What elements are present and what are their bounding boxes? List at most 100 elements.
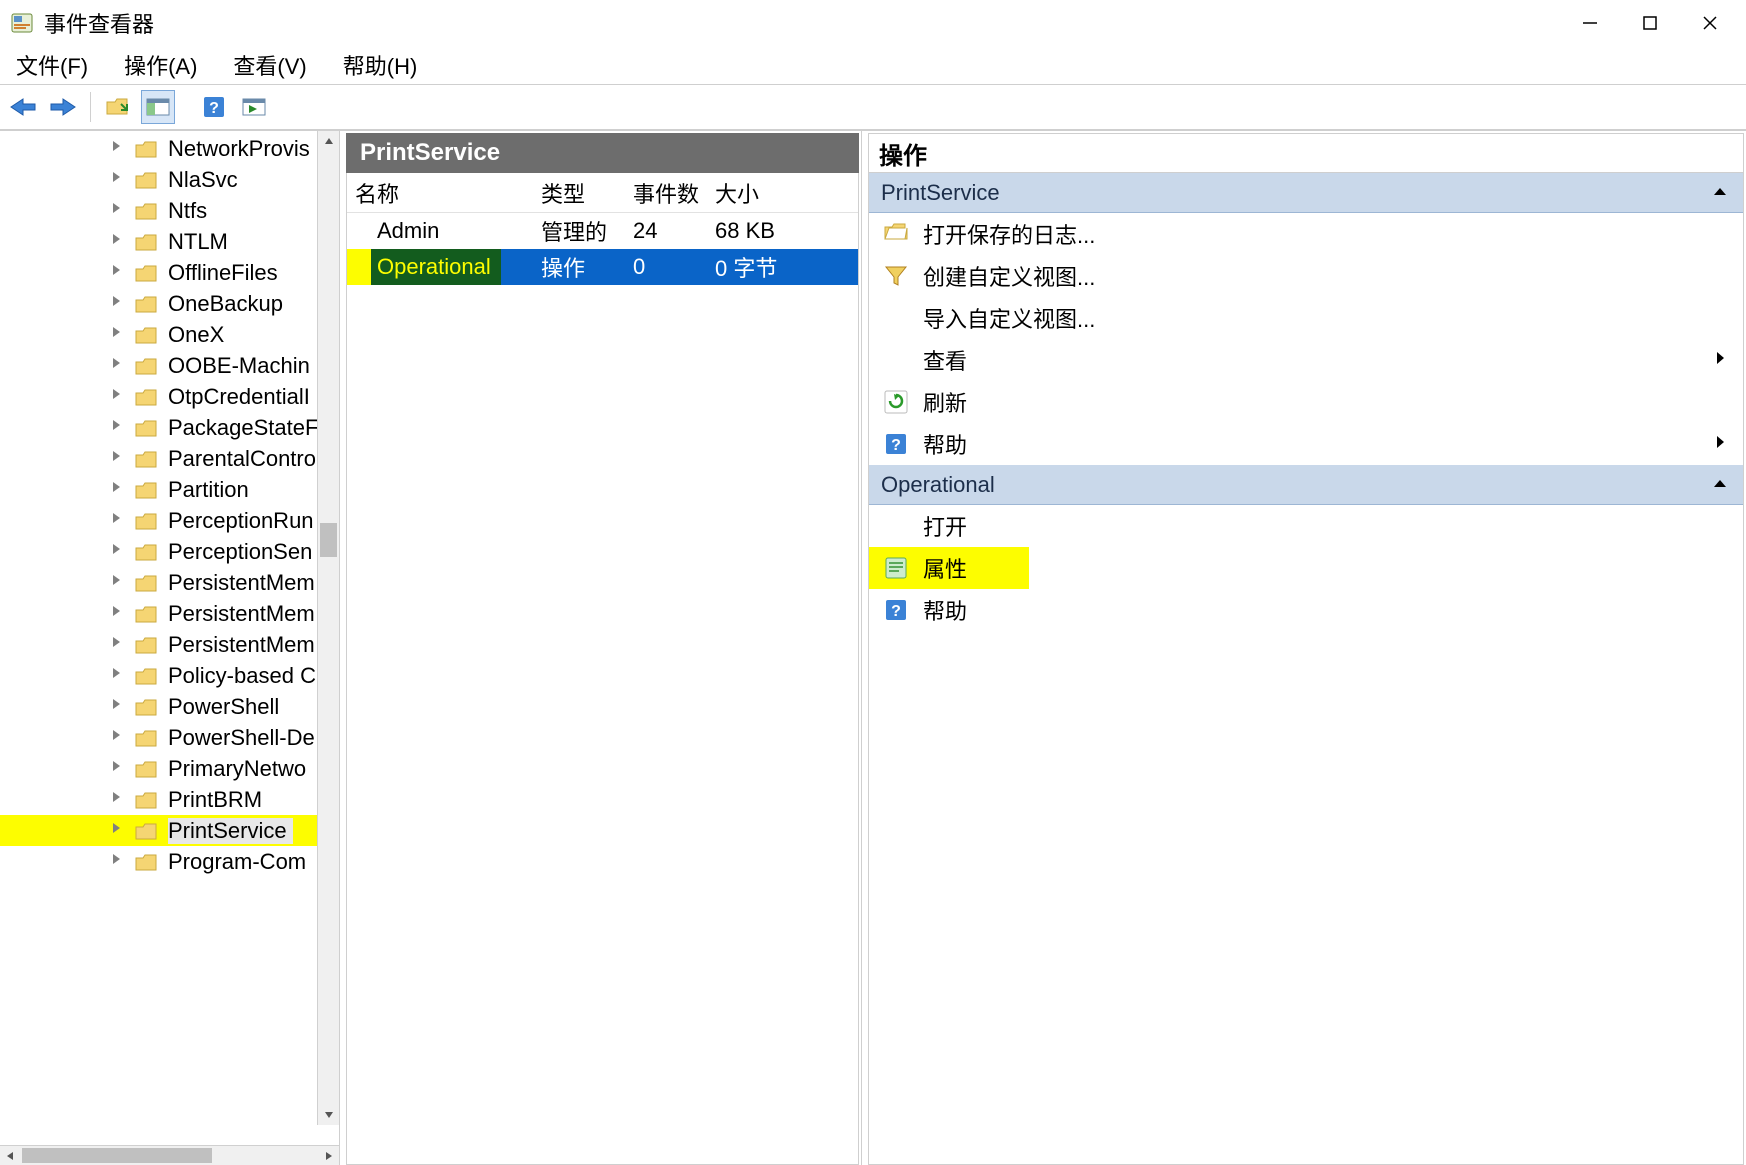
properties-toolbar-button[interactable] [237, 90, 271, 124]
actions-group-operational[interactable]: Operational [869, 465, 1743, 505]
expander-icon[interactable] [110, 388, 128, 406]
expander-icon[interactable] [110, 202, 128, 220]
expander-icon[interactable] [110, 264, 128, 282]
folder-icon [134, 821, 158, 841]
show-hide-action-pane-button[interactable] [141, 90, 175, 124]
tree-item[interactable]: Policy-based C [0, 660, 339, 691]
tree-item[interactable]: PrintBRM [0, 784, 339, 815]
menu-view[interactable]: 查看(V) [227, 47, 312, 83]
expander-icon[interactable] [110, 295, 128, 313]
tree-item[interactable]: OtpCredentialI [0, 381, 339, 412]
tree-item[interactable]: PersistentMem [0, 567, 339, 598]
close-button[interactable] [1680, 3, 1740, 43]
column-type[interactable]: 类型 [533, 177, 625, 209]
svg-text:?: ? [209, 100, 219, 117]
tree-item[interactable]: OneBackup [0, 288, 339, 319]
tree-item[interactable]: OneX [0, 319, 339, 350]
menu-help[interactable]: 帮助(H) [337, 47, 424, 83]
action-help-label: 帮助 [923, 428, 967, 460]
tree-item[interactable]: NlaSvc [0, 164, 339, 195]
tree-item[interactable]: NTLM [0, 226, 339, 257]
tree-horizontal-scrollbar[interactable] [0, 1145, 339, 1165]
nav-forward-button[interactable] [46, 90, 80, 124]
tree-item[interactable]: PowerShell [0, 691, 339, 722]
expander-icon[interactable] [110, 512, 128, 530]
action-properties[interactable]: 属性 [869, 547, 1029, 589]
expander-icon[interactable] [110, 140, 128, 158]
tree-vertical-scrollbar[interactable] [317, 131, 339, 1125]
tree-item[interactable]: PerceptionSen [0, 536, 339, 567]
action-refresh[interactable]: 刷新 [869, 381, 1743, 423]
expander-icon[interactable] [110, 667, 128, 685]
tree[interactable]: NetworkProvisNlaSvcNtfsNTLMOfflineFilesO… [0, 131, 339, 1145]
menu-action[interactable]: 操作(A) [118, 47, 203, 83]
expander-icon[interactable] [110, 326, 128, 344]
scroll-right-icon[interactable] [319, 1146, 339, 1165]
tree-item[interactable]: PersistentMem [0, 629, 339, 660]
tree-item[interactable]: PowerShell-De [0, 722, 339, 753]
list-row[interactable]: Operational操作00 字节 [347, 249, 858, 285]
expander-icon[interactable] [110, 574, 128, 592]
expander-icon[interactable] [110, 729, 128, 747]
hscroll-thumb[interactable] [22, 1148, 212, 1163]
chevron-right-icon [1715, 435, 1725, 454]
expander-icon[interactable] [110, 543, 128, 561]
expander-icon[interactable] [110, 605, 128, 623]
nav-back-button[interactable] [6, 90, 40, 124]
tree-item[interactable]: PrintService [0, 815, 339, 846]
center-panel-title: PrintService [346, 133, 859, 173]
expander-icon[interactable] [110, 450, 128, 468]
action-import-custom-view[interactable]: 导入自定义视图... [869, 297, 1743, 339]
action-help[interactable]: ? 帮助 [869, 423, 1743, 465]
folder-icon [134, 232, 158, 252]
expander-icon[interactable] [110, 760, 128, 778]
expander-icon[interactable] [110, 636, 128, 654]
column-name[interactable]: 名称 [347, 177, 533, 209]
minimize-button[interactable] [1560, 3, 1620, 43]
scroll-up-icon[interactable] [318, 131, 339, 151]
expander-icon[interactable] [110, 822, 128, 840]
folder-icon [134, 325, 158, 345]
list-row[interactable]: Admin管理的2468 KB [347, 213, 858, 249]
tree-item-label: PrintBRM [168, 787, 262, 812]
column-size[interactable]: 大小 [707, 177, 858, 209]
show-hide-tree-button[interactable] [101, 90, 135, 124]
log-list[interactable]: 名称 类型 事件数 大小 Admin管理的2468 KBOperational操… [346, 173, 859, 1165]
expander-icon[interactable] [110, 171, 128, 189]
cell-type: 操作 [533, 251, 625, 283]
menu-file[interactable]: 文件(F) [10, 47, 94, 83]
action-help-2[interactable]: ? 帮助 [869, 589, 1743, 631]
maximize-button[interactable] [1620, 3, 1680, 43]
expander-icon[interactable] [110, 419, 128, 437]
expander-icon[interactable] [110, 233, 128, 251]
scroll-down-icon[interactable] [318, 1105, 339, 1125]
tree-item[interactable]: PackageStateF [0, 412, 339, 443]
expander-icon[interactable] [110, 357, 128, 375]
scroll-thumb[interactable] [320, 523, 337, 557]
tree-item[interactable]: Program-Com [0, 846, 339, 877]
column-count[interactable]: 事件数 [625, 177, 707, 209]
tree-item[interactable]: PersistentMem [0, 598, 339, 629]
action-open[interactable]: 打开 [869, 505, 1743, 547]
actions-group-printservice[interactable]: PrintService [869, 173, 1743, 213]
expander-icon[interactable] [110, 481, 128, 499]
collapse-icon[interactable] [1713, 184, 1727, 202]
expander-icon[interactable] [110, 791, 128, 809]
expander-icon[interactable] [110, 853, 128, 871]
tree-item[interactable]: PerceptionRun [0, 505, 339, 536]
tree-item[interactable]: ParentalContro [0, 443, 339, 474]
folder-icon [134, 852, 158, 872]
tree-item[interactable]: PrimaryNetwo [0, 753, 339, 784]
tree-item[interactable]: OfflineFiles [0, 257, 339, 288]
tree-item[interactable]: Partition [0, 474, 339, 505]
tree-item[interactable]: OOBE-Machin [0, 350, 339, 381]
tree-item[interactable]: Ntfs [0, 195, 339, 226]
action-view[interactable]: 查看 [869, 339, 1743, 381]
help-button[interactable]: ? [197, 90, 231, 124]
collapse-icon[interactable] [1713, 476, 1727, 494]
action-open-saved-log[interactable]: 打开保存的日志... [869, 213, 1743, 255]
expander-icon[interactable] [110, 698, 128, 716]
scroll-left-icon[interactable] [0, 1146, 20, 1165]
action-create-custom-view[interactable]: 创建自定义视图... [869, 255, 1743, 297]
tree-item[interactable]: NetworkProvis [0, 133, 339, 164]
